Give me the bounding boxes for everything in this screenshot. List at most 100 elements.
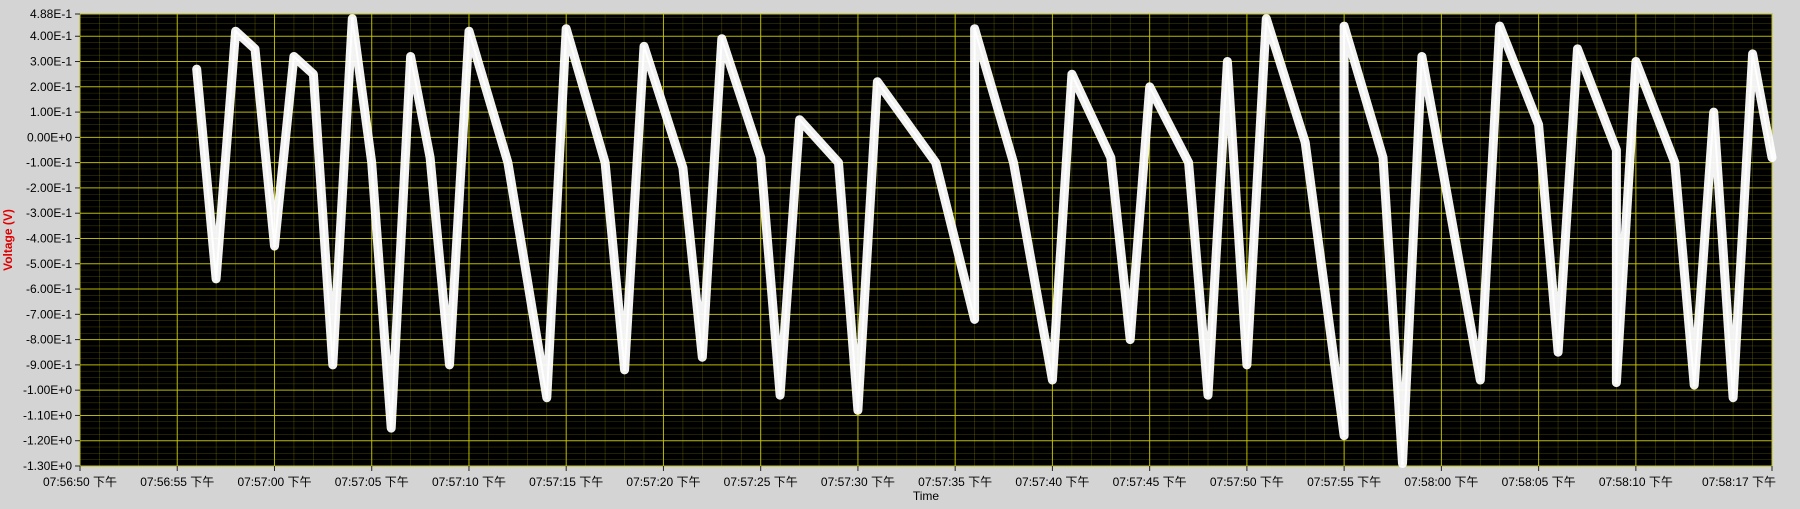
data-point bbox=[603, 161, 607, 165]
data-point bbox=[1245, 363, 1249, 367]
data-point bbox=[1342, 24, 1346, 28]
x-tick-label: 07:57:20 下午 bbox=[626, 475, 700, 489]
data-point bbox=[759, 156, 763, 160]
data-point bbox=[234, 29, 238, 33]
x-tick-label: 07:58:00 下午 bbox=[1404, 475, 1478, 489]
chart-svg: 4.88E-1 4.00E-1 3.00E-1 2.00E-1 1.00E-1 0.00E… bbox=[0, 0, 1800, 504]
data-point bbox=[1206, 393, 1210, 397]
data-point bbox=[1751, 52, 1755, 56]
data-point bbox=[273, 244, 276, 248]
data-point bbox=[1303, 140, 1307, 144]
data-point bbox=[1012, 161, 1015, 165]
data-point bbox=[292, 55, 296, 58]
data-point bbox=[1264, 17, 1268, 21]
data-point bbox=[778, 393, 782, 397]
x-tick-label: 07:57:15 下午 bbox=[529, 475, 603, 489]
y-tick-label: 4.00E-1 bbox=[30, 29, 72, 43]
data-point bbox=[564, 27, 568, 31]
data-point bbox=[875, 80, 879, 84]
data-point bbox=[311, 72, 315, 76]
x-tick-label: 07:57:45 下午 bbox=[1113, 475, 1187, 489]
x-tick-label: 07:56:50 下午 bbox=[43, 475, 117, 489]
y-tick-label: -3.00E-1 bbox=[26, 206, 72, 220]
data-point bbox=[720, 37, 724, 41]
y-tick-label: 4.88E-1 bbox=[30, 7, 72, 21]
data-point bbox=[1148, 85, 1152, 89]
y-axis-label: Voltage (V) bbox=[1, 209, 15, 271]
y-tick-label: -2.00E-1 bbox=[26, 181, 72, 195]
data-point bbox=[1770, 156, 1774, 160]
data-point bbox=[350, 17, 354, 21]
y-tick-label: -1.20E+0 bbox=[23, 434, 72, 448]
data-point bbox=[934, 161, 938, 165]
data-point bbox=[1225, 60, 1229, 63]
data-point bbox=[1614, 148, 1618, 152]
data-point bbox=[1050, 378, 1054, 382]
voltage-chart: 4.88E-1 4.00E-1 3.00E-1 2.00E-1 1.00E-1 0.00E… bbox=[0, 0, 1800, 504]
y-tick-label: 1.00E-1 bbox=[30, 105, 72, 119]
data-point bbox=[642, 44, 646, 48]
x-tick-label: 07:58:05 下午 bbox=[1502, 475, 1576, 489]
x-tick-label: 07:57:55 下午 bbox=[1307, 475, 1381, 489]
data-point bbox=[1537, 123, 1541, 127]
data-point bbox=[623, 368, 627, 372]
data-point bbox=[1401, 462, 1404, 465]
data-point bbox=[1439, 161, 1443, 165]
x-tick-label: 07:57:40 下午 bbox=[1015, 475, 1089, 489]
data-point bbox=[370, 161, 374, 165]
data-point bbox=[700, 355, 704, 359]
y-tick-label: -5.00E-1 bbox=[26, 257, 72, 271]
x-tick-label: 07:58:17 下午 bbox=[1702, 475, 1776, 489]
data-point bbox=[1556, 350, 1560, 354]
x-tick-label: 07:57:50 下午 bbox=[1210, 475, 1284, 489]
data-point bbox=[1498, 24, 1502, 28]
data-point bbox=[195, 67, 199, 71]
x-tick-label: 07:57:00 下午 bbox=[237, 475, 311, 489]
y-tick-label: -8.00E-1 bbox=[26, 333, 72, 347]
data-point bbox=[1187, 161, 1191, 165]
data-point bbox=[1692, 383, 1696, 387]
data-point bbox=[253, 47, 257, 51]
x-tick-label: 07:57:10 下午 bbox=[432, 475, 506, 489]
data-point bbox=[1128, 338, 1132, 342]
data-point bbox=[837, 161, 840, 165]
y-tick-label: -1.30E+0 bbox=[23, 459, 72, 473]
y-tick-label: -7.00E-1 bbox=[26, 307, 72, 321]
x-tick-label: 07:58:10 下午 bbox=[1599, 475, 1673, 489]
data-point bbox=[448, 363, 451, 367]
data-point bbox=[973, 317, 977, 321]
data-point bbox=[1109, 156, 1113, 160]
x-tick-label: 07:57:30 下午 bbox=[821, 475, 895, 489]
x-tick-label: 07:57:25 下午 bbox=[724, 475, 798, 489]
y-tick-label: 3.00E-1 bbox=[30, 55, 72, 69]
x-tick-label: 07:57:35 下午 bbox=[918, 475, 992, 489]
y-tick-label: -1.00E+0 bbox=[23, 383, 72, 397]
y-tick-label: -1.00E-1 bbox=[26, 156, 72, 170]
data-point bbox=[1420, 55, 1424, 58]
y-tick-label: 2.00E-1 bbox=[30, 80, 72, 94]
data-point bbox=[1712, 110, 1716, 114]
y-tick-label: 0.00E+0 bbox=[27, 130, 72, 144]
x-tick-label: 07:56:55 下午 bbox=[140, 475, 214, 489]
data-point bbox=[973, 27, 977, 31]
data-point bbox=[1342, 434, 1346, 438]
data-point bbox=[1614, 381, 1618, 385]
data-point bbox=[1478, 378, 1482, 382]
data-point bbox=[1381, 156, 1385, 160]
data-point bbox=[1634, 60, 1638, 63]
data-point bbox=[545, 396, 549, 400]
data-point bbox=[409, 55, 413, 58]
y-tick-label: -1.10E+0 bbox=[23, 408, 72, 422]
data-point bbox=[214, 277, 218, 281]
data-point bbox=[1731, 396, 1735, 400]
y-tick-label: -9.00E-1 bbox=[26, 358, 72, 372]
y-tick-label: -4.00E-1 bbox=[26, 231, 72, 245]
data-point bbox=[1576, 47, 1579, 51]
data-point bbox=[1070, 72, 1074, 76]
data-point bbox=[428, 156, 432, 160]
x-tick-label: 07:57:05 下午 bbox=[335, 475, 409, 489]
data-point bbox=[389, 426, 393, 430]
x-axis-label: Time bbox=[913, 489, 940, 503]
data-point bbox=[856, 408, 860, 412]
data-point bbox=[798, 118, 802, 122]
